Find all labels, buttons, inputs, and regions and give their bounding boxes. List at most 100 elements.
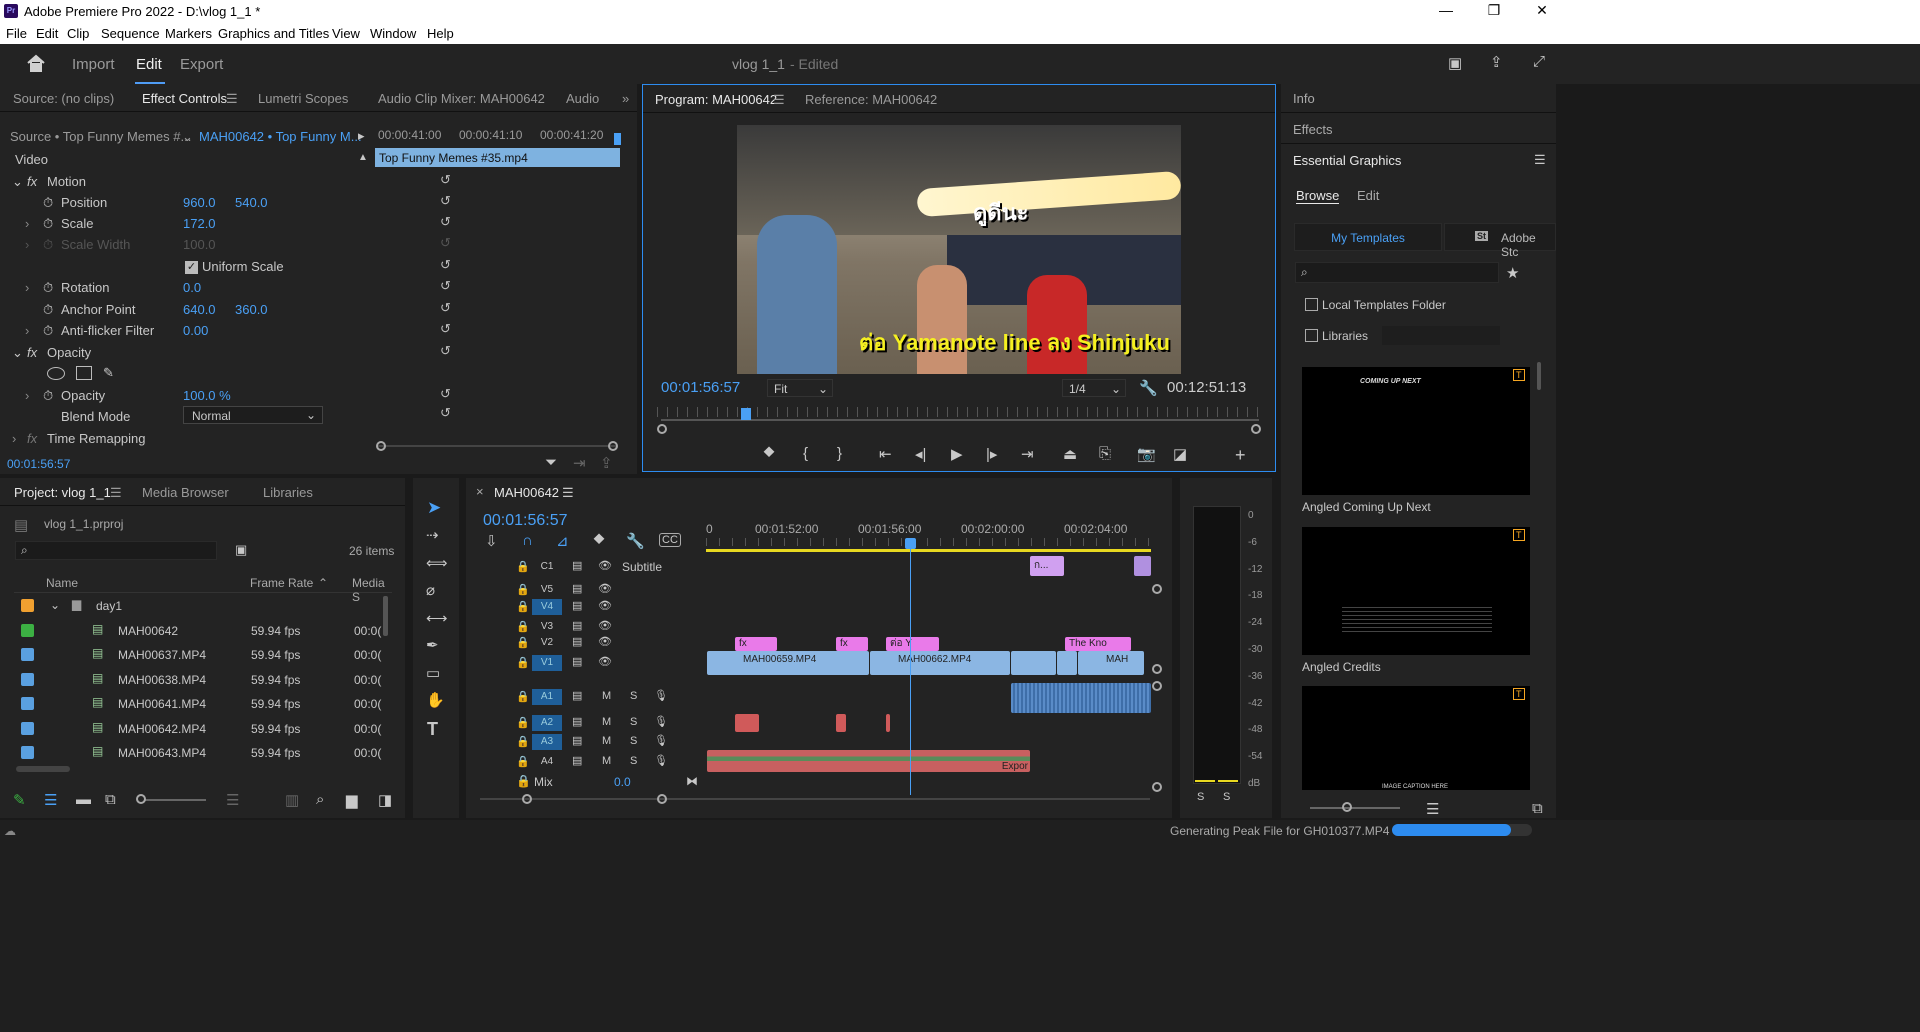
pen-mask-icon[interactable]: ✎ — [103, 365, 114, 386]
sync-lock-icon[interactable]: ▤ — [572, 689, 582, 702]
microphone-icon[interactable]: 🎙 — [654, 754, 668, 767]
clip-selector[interactable]: MAH00642 • Top Funny M... — [199, 129, 362, 150]
reset-icon[interactable]: ↺ — [440, 193, 451, 209]
expand-icon[interactable]: › — [25, 323, 29, 344]
template-thumb[interactable]: T — [1302, 527, 1530, 655]
audio-clip[interactable] — [886, 714, 890, 732]
position-x[interactable]: 960.0 — [183, 195, 216, 216]
horizontal-scrollbar[interactable] — [16, 766, 70, 772]
slip-icon[interactable]: ⟷ — [426, 609, 448, 627]
reset-icon[interactable]: ↺ — [440, 172, 451, 188]
audio-clip[interactable]: Expor — [707, 750, 1030, 772]
lock-icon[interactable]: 🔒 — [516, 583, 530, 596]
track-target[interactable]: V4 — [532, 599, 562, 615]
lift-icon[interactable]: ⏏ — [1063, 445, 1077, 463]
thumb-size-handle[interactable] — [1342, 802, 1352, 812]
program-timecode[interactable]: 00:01:56:57 — [661, 379, 740, 396]
label-color-swatch[interactable] — [21, 672, 34, 686]
track-target[interactable]: A2 — [532, 715, 562, 731]
project-search-input[interactable]: ⌕ — [15, 541, 217, 560]
close-tab-icon[interactable]: × — [476, 484, 484, 499]
template-thumb[interactable]: COMING UP NEXT T — [1302, 367, 1530, 495]
program-playhead[interactable] — [741, 408, 751, 420]
solo-button[interactable]: S — [630, 755, 637, 767]
share-icon[interactable]: ⇪ — [1490, 53, 1503, 71]
step-forward-icon[interactable]: |▸ — [986, 445, 997, 463]
minimize-button[interactable]: — — [1434, 2, 1458, 18]
comparison-icon[interactable]: ◪ — [1173, 445, 1187, 463]
label-color-swatch[interactable] — [21, 623, 34, 637]
local-templates-checkbox[interactable] — [1305, 298, 1318, 311]
label-color-swatch[interactable] — [21, 721, 34, 735]
selection-tool-icon[interactable]: ➤ — [427, 498, 441, 518]
col-frame-rate[interactable]: Frame Rate — [250, 576, 313, 590]
camera-icon[interactable]: 📷 — [1137, 445, 1156, 463]
zoom-slider[interactable] — [144, 799, 206, 801]
tab-effects[interactable]: Effects — [1293, 122, 1333, 137]
project-row[interactable]: ⌄ ▆ day1 — [14, 595, 384, 617]
find-icon[interactable]: ⌕ — [316, 791, 324, 808]
panel-menu-icon[interactable]: ☰ — [110, 485, 122, 501]
play-only-icon[interactable]: ▸ — [358, 128, 365, 149]
track-target[interactable]: A1 — [532, 689, 562, 705]
video-clip[interactable]: MAH00662.MP4 — [870, 651, 1010, 675]
tab-reference[interactable]: Reference: MAH00642 — [805, 92, 937, 107]
go-to-in-icon[interactable]: ⇤ — [879, 445, 892, 463]
lock-icon[interactable]: 🔒 — [516, 690, 530, 703]
graphic-clip[interactable]: fx — [735, 637, 777, 651]
lock-icon[interactable]: 🔒 — [516, 600, 530, 613]
disclosure-icon[interactable]: ⌄ — [12, 345, 23, 366]
extract-icon[interactable]: ⎘ — [1099, 445, 1111, 462]
chevron-down-icon[interactable]: ⌄ — [50, 598, 60, 612]
menu-sequence[interactable]: Sequence — [101, 26, 160, 41]
sync-lock-icon[interactable]: ▤ — [572, 599, 582, 612]
master-clip-label[interactable]: Source • Top Funny Memes #... — [10, 129, 191, 150]
favorites-star-icon[interactable]: ★ — [1506, 264, 1519, 282]
stopwatch-icon[interactable]: ⏱ — [43, 195, 53, 216]
uniform-scale-checkbox[interactable]: ✓ — [185, 261, 198, 274]
list-view-icon[interactable]: ☰ — [44, 791, 57, 809]
subtitle-clip[interactable]: ก... — [1030, 556, 1064, 576]
disclosure-icon[interactable]: ⌄ — [12, 174, 23, 195]
label-color-swatch[interactable] — [21, 697, 34, 710]
lock-icon[interactable]: 🔒 — [516, 620, 530, 633]
zoom-scrollbar[interactable] — [378, 445, 616, 447]
settings-wrench-icon[interactable]: 🔧 — [626, 532, 645, 550]
anti-flicker-value[interactable]: 0.00 — [183, 323, 208, 344]
sort-icons-icon[interactable]: ☰ — [226, 791, 239, 809]
libraries-checkbox[interactable] — [1305, 329, 1318, 342]
microphone-icon[interactable]: 🎙 — [654, 734, 668, 747]
solo-button[interactable]: S — [630, 716, 637, 728]
scroll-handle[interactable] — [1152, 664, 1162, 674]
export-frame-icon[interactable]: ⇪ — [600, 454, 613, 472]
graphic-clip[interactable]: fx — [836, 637, 868, 651]
label-color-swatch[interactable] — [21, 746, 34, 759]
graphic-clip[interactable]: ต่อ Y — [886, 637, 939, 651]
add-button-icon[interactable]: + — [1235, 445, 1246, 466]
freeform-view-icon[interactable]: ⧉ — [105, 791, 116, 808]
reset-icon[interactable]: ↺ — [440, 321, 451, 337]
stopwatch-icon[interactable]: ⏱ — [43, 216, 53, 237]
thumb-size-slider[interactable] — [1310, 807, 1400, 809]
menu-help[interactable]: Help — [427, 26, 454, 41]
sort-icon[interactable]: ☰ — [1426, 800, 1439, 818]
reset-icon[interactable]: ↺ — [440, 405, 451, 421]
maximize-button[interactable]: ❐ — [1482, 2, 1506, 19]
solo-button[interactable]: S — [630, 690, 637, 702]
scale-value[interactable]: 172.0 — [183, 216, 216, 237]
reset-icon[interactable]: ↺ — [440, 300, 451, 316]
menu-graphics[interactable]: Graphics and Titles — [218, 26, 329, 41]
new-layer-icon[interactable]: ⧉ — [1532, 800, 1543, 817]
mute-button[interactable]: M — [602, 755, 611, 767]
audio-clip[interactable] — [836, 714, 846, 732]
lock-icon[interactable]: 🔒 — [516, 735, 530, 748]
wrench-icon[interactable]: 🔧 — [1139, 379, 1158, 397]
col-name[interactable]: Name — [46, 576, 78, 590]
track-target[interactable]: V5 — [532, 582, 562, 598]
clip-bar[interactable]: Top Funny Memes #35.mp4 — [375, 148, 620, 167]
mute-button[interactable]: M — [602, 690, 611, 702]
stopwatch-icon[interactable]: ⏱ — [43, 280, 53, 301]
sync-lock-icon[interactable]: ▤ — [572, 619, 582, 632]
quick-export-icon[interactable]: ▣ — [1448, 54, 1462, 72]
panel-menu-icon[interactable]: ☰ — [562, 485, 574, 501]
